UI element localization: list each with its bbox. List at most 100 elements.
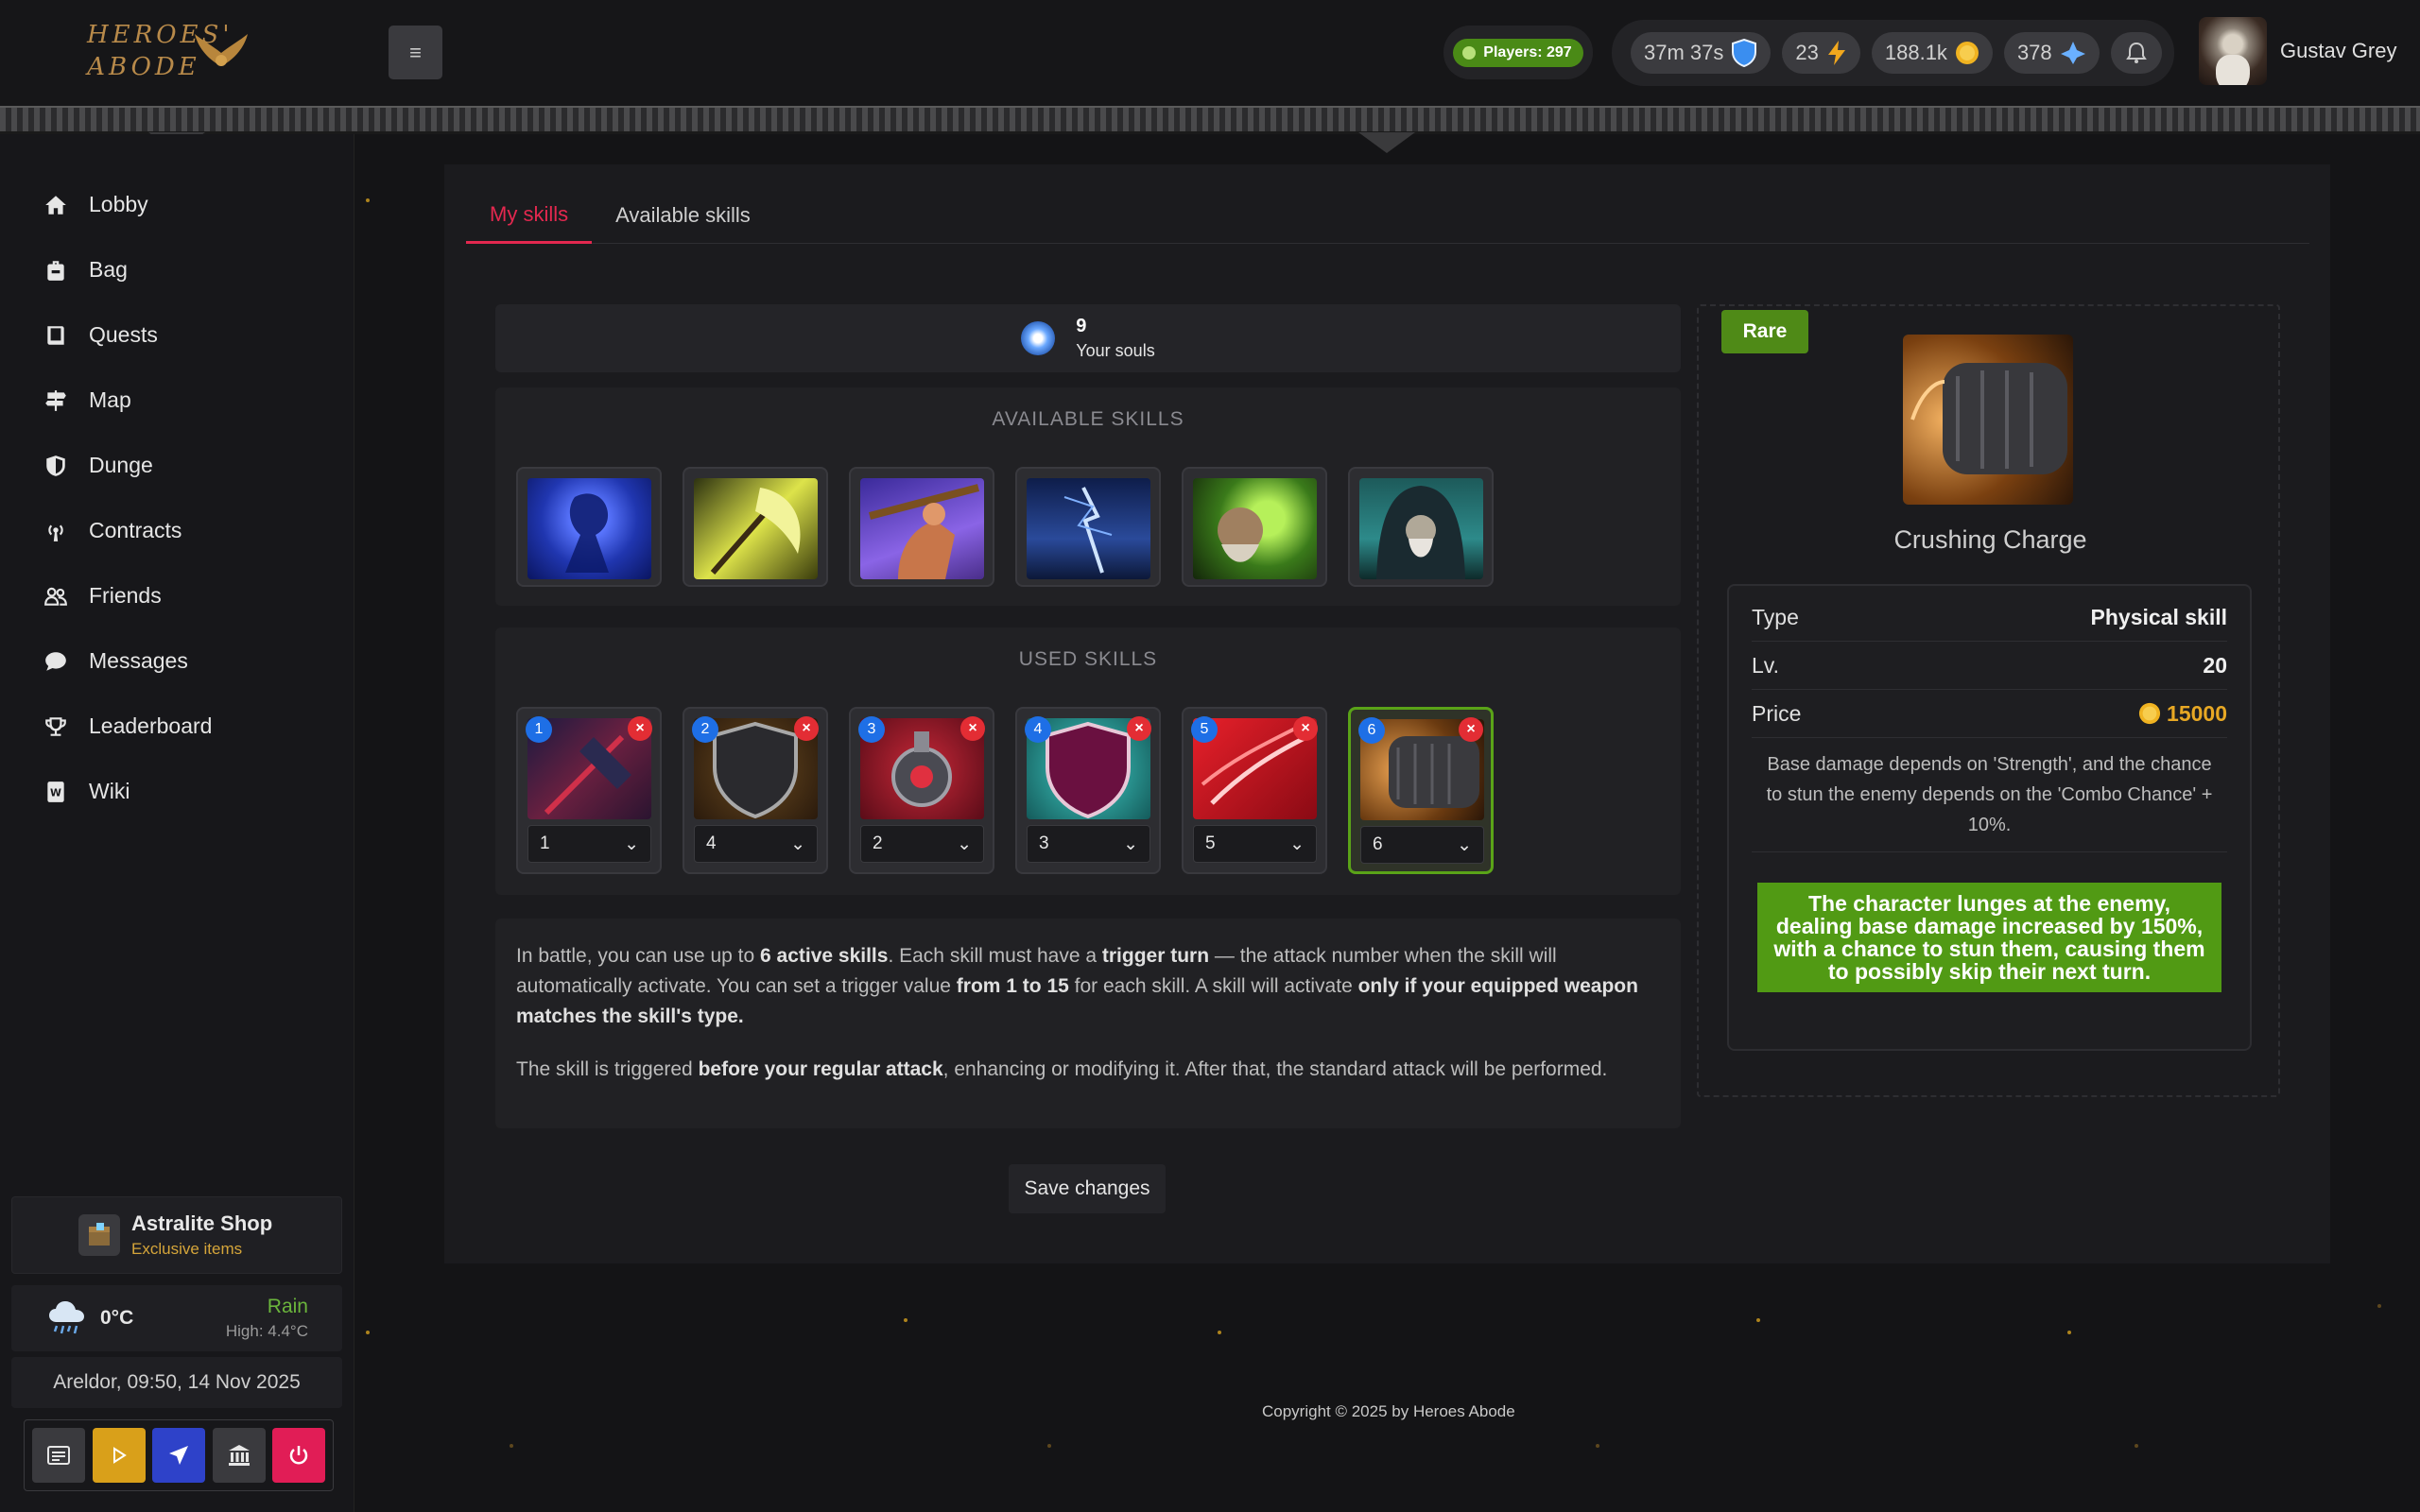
gold-value: 188.1k <box>1884 41 1947 64</box>
available-skills-title: AVAILABLE SKILLS <box>992 408 1184 430</box>
available-skill-card[interactable] <box>1348 467 1494 587</box>
sidebar-item-leaderboard[interactable]: Leaderboard <box>0 694 354 759</box>
remove-skill-button[interactable]: × <box>1459 717 1483 742</box>
skill-effect: The character lunges at the enemy, deali… <box>1757 883 2221 992</box>
trigger-turn-select[interactable]: 3 ⌄ <box>1027 825 1150 863</box>
info-paragraph: In battle, you can use up to 6 active sk… <box>516 941 1660 1032</box>
energy-pill[interactable]: 23 <box>1782 32 1860 74</box>
rarity-badge: Rare <box>1721 310 1808 353</box>
tab-my-skills[interactable]: My skills <box>466 187 593 244</box>
menu-toggle-button[interactable]: ≡ <box>389 26 442 79</box>
sidebar-item-label: Leaderboard <box>89 713 213 738</box>
star-decoration <box>1047 1444 1051 1448</box>
book-icon <box>47 325 64 345</box>
sidebar-item-lobby[interactable]: Lobby <box>0 172 354 237</box>
sidebar-item-contracts[interactable]: Contracts <box>0 498 354 563</box>
timer-pill[interactable]: 37m 37s <box>1631 32 1772 74</box>
sidebar-item-bag[interactable]: Bag <box>0 237 354 302</box>
chevron-down-icon: ⌄ <box>1123 833 1138 854</box>
hamburger-icon: ≡ <box>409 40 422 64</box>
used-skill-slot[interactable]: 1 × 1 ⌄ <box>516 707 662 874</box>
sidebar-item-dunge[interactable]: Dunge <box>0 433 354 498</box>
trigger-turn-value: 5 <box>1205 833 1216 853</box>
gold-pill[interactable]: 188.1k <box>1871 32 1993 74</box>
trigger-turn-value: 1 <box>540 833 550 853</box>
stat-label: Type <box>1752 604 1799 629</box>
home-icon <box>45 195 66 215</box>
trigger-turn-select[interactable]: 4 ⌄ <box>694 825 818 863</box>
save-button[interactable]: Save changes <box>1009 1164 1166 1213</box>
skill-description: Base damage depends on 'Strength', and t… <box>1752 738 2227 852</box>
star-decoration <box>2135 1444 2138 1448</box>
staff-strike-skill-icon <box>860 478 984 579</box>
sidebar-item-messages[interactable]: Messages <box>0 628 354 694</box>
decorative-border <box>0 106 2420 134</box>
bell-icon <box>2125 42 2147 63</box>
crushing-charge-large-icon <box>1903 335 2073 505</box>
trophy-icon <box>45 716 66 736</box>
used-skill-slot[interactable]: 5 × 5 ⌄ <box>1182 707 1327 874</box>
star-decoration <box>510 1444 513 1448</box>
stat-label: Lv. <box>1752 652 1779 678</box>
star-decoration <box>2067 1331 2071 1334</box>
lightning-staff-skill-icon <box>1027 478 1150 579</box>
sidebar-item-label: Friends <box>89 583 162 608</box>
wiki-icon: W <box>47 781 64 802</box>
stat-price: Price 15000 <box>1752 690 2227 738</box>
available-skill-card[interactable] <box>516 467 662 587</box>
trigger-turn-value: 4 <box>706 833 717 853</box>
notifications-button[interactable] <box>2110 32 2162 74</box>
used-skill-slot[interactable]: 4 × 3 ⌄ <box>1015 707 1161 874</box>
available-skill-card[interactable] <box>1182 467 1327 587</box>
tab-available-skills[interactable]: Available skills <box>592 187 774 244</box>
online-status: Players: 297 <box>1443 26 1593 79</box>
remove-skill-button[interactable]: × <box>1127 716 1151 741</box>
timer-value: 37m 37s <box>1644 41 1724 64</box>
remove-skill-button[interactable]: × <box>794 716 819 741</box>
slot-number-badge: 6 <box>1358 717 1385 744</box>
chevron-down-icon: ⌄ <box>1289 833 1305 854</box>
used-skill-slot[interactable]: 3 × 2 ⌄ <box>849 707 994 874</box>
rain-cloud-icon <box>49 1301 84 1334</box>
bank-icon <box>228 1445 250 1466</box>
shop-chest-icon <box>78 1214 120 1256</box>
user-menu[interactable]: Gustav Grey <box>2199 17 2396 85</box>
sidebar-item-quests[interactable]: Quests <box>0 302 354 368</box>
play-button[interactable] <box>92 1428 146 1483</box>
souls-pill[interactable]: 378 <box>2003 32 2100 74</box>
sidebar-item-map[interactable]: Map <box>0 368 354 433</box>
trigger-turn-select[interactable]: 2 ⌄ <box>860 825 984 863</box>
shield-icon <box>1732 39 1757 67</box>
available-skill-card[interactable] <box>849 467 994 587</box>
sidebar-item-friends[interactable]: Friends <box>0 563 354 628</box>
log-button[interactable] <box>32 1428 85 1483</box>
bank-button[interactable] <box>212 1428 266 1483</box>
used-skill-slot-selected[interactable]: 6 × 6 ⌄ <box>1348 707 1494 874</box>
slot-number-badge: 3 <box>858 716 885 743</box>
trigger-turn-value: 3 <box>1039 833 1049 853</box>
remove-skill-button[interactable]: × <box>960 716 985 741</box>
trigger-turn-select[interactable]: 6 ⌄ <box>1360 826 1484 864</box>
golden-axe-skill-icon <box>694 478 818 579</box>
trigger-turn-value: 6 <box>1373 834 1383 854</box>
astralite-shop-card[interactable]: Astralite Shop Exclusive items <box>11 1196 342 1274</box>
available-skill-card[interactable] <box>683 467 828 587</box>
sidebar-item-wiki[interactable]: W Wiki <box>0 759 354 824</box>
used-skill-slot[interactable]: 2 × 4 ⌄ <box>683 707 828 874</box>
signpost-icon <box>45 389 66 411</box>
logo[interactable]: HEROES' ABODE <box>87 19 257 93</box>
souls-count: 9 <box>1076 316 1087 336</box>
remove-skill-button[interactable]: × <box>628 716 652 741</box>
remove-skill-button[interactable]: × <box>1293 716 1318 741</box>
used-skills-section: USED SKILLS 1 × 1 ⌄ 2 × 4 ⌄ 3 × 2 ⌄ 4 × … <box>495 627 1681 895</box>
star-decoration <box>366 1331 370 1334</box>
logout-button[interactable] <box>272 1428 325 1483</box>
trigger-turn-select[interactable]: 1 ⌄ <box>527 825 651 863</box>
available-skill-card[interactable] <box>1015 467 1161 587</box>
trigger-turn-select[interactable]: 5 ⌄ <box>1193 825 1317 863</box>
info-bold: trigger turn <box>1101 945 1210 967</box>
send-arrow-icon <box>169 1446 188 1465</box>
blue-warrior-skill-icon <box>527 478 651 579</box>
sidebar-item-label: Quests <box>89 322 158 347</box>
navigate-button[interactable] <box>152 1428 205 1483</box>
